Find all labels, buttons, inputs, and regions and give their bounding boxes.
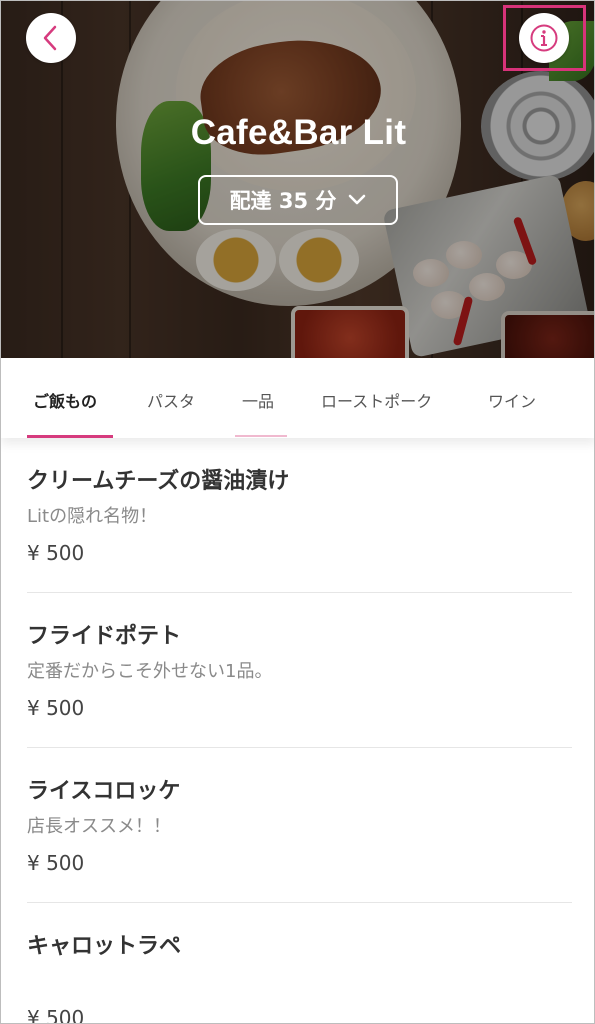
tab-scroll-indicator (235, 435, 287, 437)
menu-item[interactable]: クリームチーズの醤油漬け Litの隠れ名物！ ¥ 500 (27, 438, 572, 593)
app-screen: Cafe&Bar Lit 配達 35 分 ご飯もの パスタ 一品 ローストポーク… (0, 0, 595, 1024)
tab-rice-dishes[interactable]: ご飯もの (33, 388, 97, 412)
tab-wine[interactable]: ワイン (488, 388, 536, 412)
menu-item-price: ¥ 500 (27, 541, 85, 565)
info-button[interactable] (519, 13, 569, 63)
menu-item-description: 定番だからこそ外せない1品。 (27, 661, 273, 682)
menu-item-price: ¥ 500 (27, 696, 85, 720)
menu-item[interactable]: キャロットラペ ¥ 500 (27, 903, 572, 1024)
menu-item-name: キャロットラペ (27, 934, 182, 959)
tab-roast-pork[interactable]: ローストポーク (321, 388, 432, 412)
menu-item-name: クリームチーズの醤油漬け (27, 469, 290, 494)
menu-item[interactable]: フライドポテト 定番だからこそ外せない1品。 ¥ 500 (27, 593, 572, 748)
menu-item-name: ライスコロッケ (27, 779, 181, 804)
tab-pasta[interactable]: パスタ (147, 388, 195, 412)
chevron-left-icon (43, 25, 57, 51)
delivery-time-dropdown[interactable]: 配達 35 分 (198, 175, 398, 225)
menu-item-description: Litの隠れ名物！ (27, 506, 158, 527)
menu-item-description: 店長オススメ！！ (27, 816, 171, 837)
menu-item-name: フライドポテト (27, 624, 182, 649)
info-icon (530, 24, 558, 52)
store-name: Cafe&Bar Lit (190, 113, 407, 152)
chevron-down-icon (349, 194, 366, 205)
delivery-time-label: 配達 35 分 (229, 189, 337, 213)
menu-item-price: ¥ 500 (27, 851, 85, 875)
tab-side-dishes[interactable]: 一品 (242, 388, 274, 412)
menu-item[interactable]: ライスコロッケ 店長オススメ！！ ¥ 500 (27, 748, 572, 903)
menu-item-price: ¥ 500 (27, 1006, 85, 1024)
category-tabs: ご飯もの パスタ 一品 ローストポーク ワイン (1, 358, 594, 438)
back-button[interactable] (26, 13, 76, 63)
